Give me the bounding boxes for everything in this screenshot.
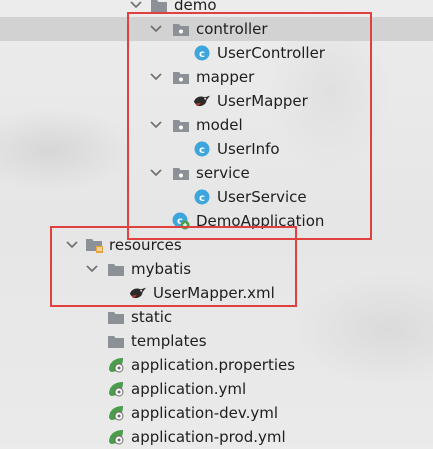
tree-item-label: UserController [217,44,325,62]
tree-item-label: UserService [217,188,307,206]
package-folder-icon [172,116,190,134]
chevron-down-icon[interactable] [64,237,80,253]
mybatis-bird-icon [129,284,147,302]
folder-icon [150,0,168,14]
tree-item-label: DemoApplication [196,212,325,230]
package-folder-icon [172,164,190,182]
package-folder-icon [172,20,190,38]
tree-item-model[interactable]: model [0,113,433,137]
mybatis-bird-icon [193,92,211,110]
tree-item-label: UserMapper.xml [153,284,275,302]
tree-item-appdevyml[interactable]: application-dev.yml [0,401,433,425]
tree-item-resources[interactable]: resources [0,233,433,257]
tree-item-label: UserInfo [217,140,280,158]
tree-item-templates[interactable]: templates [0,329,433,353]
tree-item-label: mybatis [131,260,192,278]
tree-item-service[interactable]: service [0,161,433,185]
package-folder-icon [172,68,190,86]
tree-item-demo[interactable]: demo [0,0,433,17]
tree-item-label: static [131,308,173,326]
tree-item-label: demo [174,0,217,14]
folder-icon [107,260,125,278]
tree-item-controller[interactable]: controller [0,17,433,41]
tree-item-label: application.yml [131,380,247,398]
tree-item-userservice[interactable]: c UserService [0,185,433,209]
folder-icon [107,308,125,326]
tree-item-appprodyml[interactable]: application-prod.yml [0,425,433,449]
tree-item-static[interactable]: static [0,305,433,329]
chevron-down-icon[interactable] [128,0,144,13]
tree-item-label: application.properties [131,356,296,374]
java-class-icon: c [193,44,211,62]
spring-boot-app-icon: c [172,212,190,230]
tree-item-appyml[interactable]: application.yml [0,377,433,401]
svg-text:c: c [199,193,205,204]
java-class-icon: c [193,140,211,158]
tree-item-usermapperxml[interactable]: UserMapper.xml [0,281,433,305]
tree-item-label: templates [131,332,207,350]
tree-item-label: UserMapper [217,92,308,110]
spring-config-icon [107,404,125,422]
tree-item-label: model [196,116,243,134]
chevron-down-icon[interactable] [148,117,164,133]
tree-item-label: service [196,164,250,182]
chevron-down-icon[interactable] [148,165,164,181]
spring-config-icon [107,356,125,374]
tree-item-label: application-prod.yml [131,428,286,446]
java-class-icon: c [193,188,211,206]
folder-icon [107,332,125,350]
tree-item-label: mapper [196,68,255,86]
tree-item-usercontroller[interactable]: c UserController [0,41,433,65]
tree-item-label: application-dev.yml [131,404,279,422]
tree-item-mybatis[interactable]: mybatis [0,257,433,281]
spring-config-icon [107,428,125,446]
tree-item-appprops[interactable]: application.properties [0,353,433,377]
svg-text:c: c [199,49,205,60]
chevron-down-icon[interactable] [84,261,100,277]
tree-item-demoapplication[interactable]: c DemoApplication [0,209,433,233]
tree-item-mapper[interactable]: mapper [0,65,433,89]
resources-folder-icon [86,236,104,254]
chevron-down-icon[interactable] [148,21,164,37]
svg-text:c: c [199,145,205,156]
spring-config-icon [107,380,125,398]
tree-item-usermapper[interactable]: UserMapper [0,89,433,113]
tree-item-label: resources [109,236,182,254]
tree-item-userinfo[interactable]: c UserInfo [0,137,433,161]
tree-item-label: controller [196,20,268,38]
chevron-down-icon[interactable] [148,69,164,85]
